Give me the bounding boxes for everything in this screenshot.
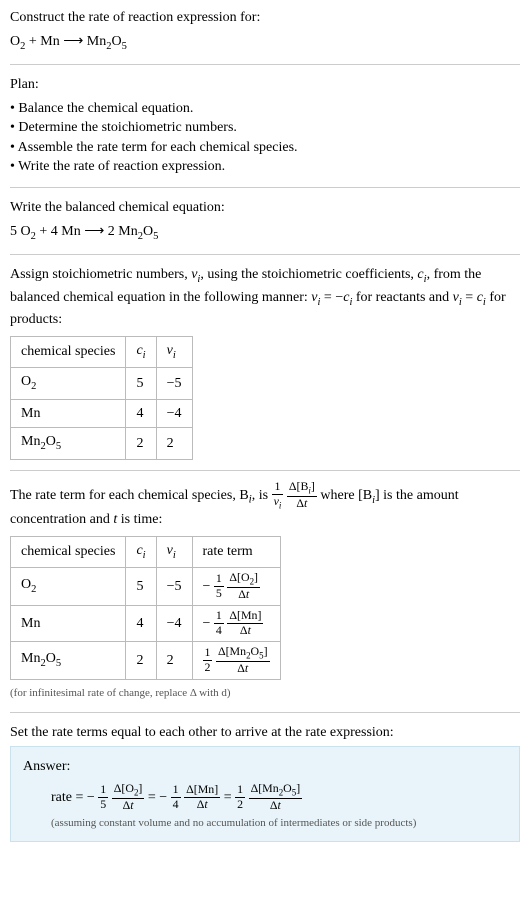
cell-nu: −4 (156, 606, 192, 642)
cell-c: 4 (126, 399, 156, 428)
cell-nu: 2 (156, 642, 192, 680)
balanced-equation: 5 O2 + 4 Mn ⟶ 2 Mn2O5 (10, 222, 520, 244)
col-nu: νi (156, 336, 192, 367)
plan-item: Assemble the rate term for each chemical… (10, 138, 520, 158)
answer-label: Answer: (23, 757, 507, 777)
plan-title: Plan: (10, 75, 520, 95)
fraction: 12 (235, 784, 245, 811)
prompt-equation: O2 + Mn ⟶ Mn2O5 (10, 32, 520, 54)
cell-species: Mn (11, 399, 126, 428)
cell-c: 2 (126, 642, 156, 680)
fraction: Δ[Mn2O5]Δt (216, 646, 270, 675)
stoich-intro: Assign stoichiometric numbers, νi, using… (10, 265, 520, 330)
plan-list: Balance the chemical equation. Determine… (10, 99, 520, 177)
table-row: O2 5 −5 (11, 368, 193, 399)
sign: − (203, 616, 211, 631)
col-c: ci (126, 336, 156, 367)
fraction: Δ[Mn2O5]Δt (249, 783, 303, 812)
balanced-section: Write the balanced chemical equation: 5 … (10, 198, 520, 244)
fraction: Δ[Mn]Δt (184, 784, 220, 811)
fraction: 15 (98, 784, 108, 811)
answer-term: − 15 Δ[O2]Δt (87, 790, 148, 805)
fraction: 14 (214, 610, 224, 637)
fraction: 14 (171, 784, 181, 811)
rate-section: The rate term for each chemical species,… (10, 481, 520, 702)
table-row: Mn2O5 2 2 12 Δ[Mn2O5]Δt (11, 642, 281, 680)
cell-nu: −5 (156, 568, 192, 606)
table-row: Mn 4 −4 (11, 399, 193, 428)
rate-intro-pre: The rate term for each chemical species,… (10, 488, 249, 503)
sign: − (159, 790, 167, 805)
plan-item: Balance the chemical equation. (10, 99, 520, 119)
fraction: 15 (214, 573, 224, 600)
cell-species: O2 (11, 568, 126, 606)
cell-rate: − 15 Δ[O2]Δt (192, 568, 280, 606)
col-species: chemical species (11, 336, 126, 367)
rate-formula: 1νi Δ[Bi]Δt (272, 488, 321, 503)
cell-nu: 2 (156, 428, 192, 459)
divider (10, 254, 520, 255)
col-species: chemical species (11, 536, 126, 567)
table-header-row: chemical species ci νi rate term (11, 536, 281, 567)
plan-item: Write the rate of reaction expression. (10, 157, 520, 177)
cell-species: Mn2O5 (11, 642, 126, 680)
cell-nu: −4 (156, 399, 192, 428)
cell-rate: − 14 Δ[Mn]Δt (192, 606, 280, 642)
plan-section: Plan: Balance the chemical equation. Det… (10, 75, 520, 177)
stoich-table: chemical species ci νi O2 5 −5 Mn 4 −4 M… (10, 336, 193, 460)
cell-rate: 12 Δ[Mn2O5]Δt (192, 642, 280, 680)
col-c: ci (126, 536, 156, 567)
answer-note: (assuming constant volume and no accumul… (23, 816, 507, 831)
cell-c: 4 (126, 606, 156, 642)
rate-table: chemical species ci νi rate term O2 5 −5… (10, 536, 281, 681)
divider (10, 712, 520, 713)
fraction: 1νi (272, 481, 284, 510)
rate-intro: The rate term for each chemical species,… (10, 481, 520, 530)
table-row: Mn2O5 2 2 (11, 428, 193, 459)
cell-species: Mn (11, 606, 126, 642)
frac-den: Δt (287, 497, 317, 510)
final-intro: Set the rate terms equal to each other t… (10, 723, 520, 743)
cell-c: 5 (126, 368, 156, 399)
rate-intro-mid: , is (252, 488, 268, 503)
cell-nu: −5 (156, 368, 192, 399)
fraction: Δ[O2]Δt (227, 572, 260, 601)
frac-den: νi (272, 495, 284, 510)
fraction: Δ[Bi]Δt (287, 481, 317, 510)
rate-note: (for infinitesimal rate of change, repla… (10, 686, 520, 701)
answer-box: Answer: rate = − 15 Δ[O2]Δt = − 14 Δ[Mn]… (10, 746, 520, 842)
fraction: Δ[O2]Δt (112, 783, 145, 812)
table-row: O2 5 −5 − 15 Δ[O2]Δt (11, 568, 281, 606)
cell-species: Mn2O5 (11, 428, 126, 459)
answer-term: 12 Δ[Mn2O5]Δt (235, 790, 302, 805)
fraction: 12 (203, 647, 213, 674)
frac-num: Δ[Bi] (287, 481, 317, 497)
sign: − (87, 790, 95, 805)
col-nu: νi (156, 536, 192, 567)
rate-label: rate = (51, 790, 87, 805)
answer-expression: rate = − 15 Δ[O2]Δt = − 14 Δ[Mn]Δt = 12 … (23, 783, 507, 812)
fraction: Δ[Mn]Δt (227, 610, 263, 637)
divider (10, 470, 520, 471)
col-rate: rate term (192, 536, 280, 567)
cell-c: 2 (126, 428, 156, 459)
table-header-row: chemical species ci νi (11, 336, 193, 367)
cell-c: 5 (126, 568, 156, 606)
plan-item: Determine the stoichiometric numbers. (10, 118, 520, 138)
prompt-section: Construct the rate of reaction expressio… (10, 8, 520, 54)
answer-term: − 14 Δ[Mn]Δt (159, 790, 223, 805)
prompt-text: Construct the rate of reaction expressio… (10, 8, 520, 28)
frac-num: 1 (272, 481, 284, 495)
divider (10, 187, 520, 188)
balanced-title: Write the balanced chemical equation: (10, 198, 520, 218)
divider (10, 64, 520, 65)
cell-species: O2 (11, 368, 126, 399)
stoich-section: Assign stoichiometric numbers, νi, using… (10, 265, 520, 460)
table-row: Mn 4 −4 − 14 Δ[Mn]Δt (11, 606, 281, 642)
sign: − (203, 579, 211, 594)
